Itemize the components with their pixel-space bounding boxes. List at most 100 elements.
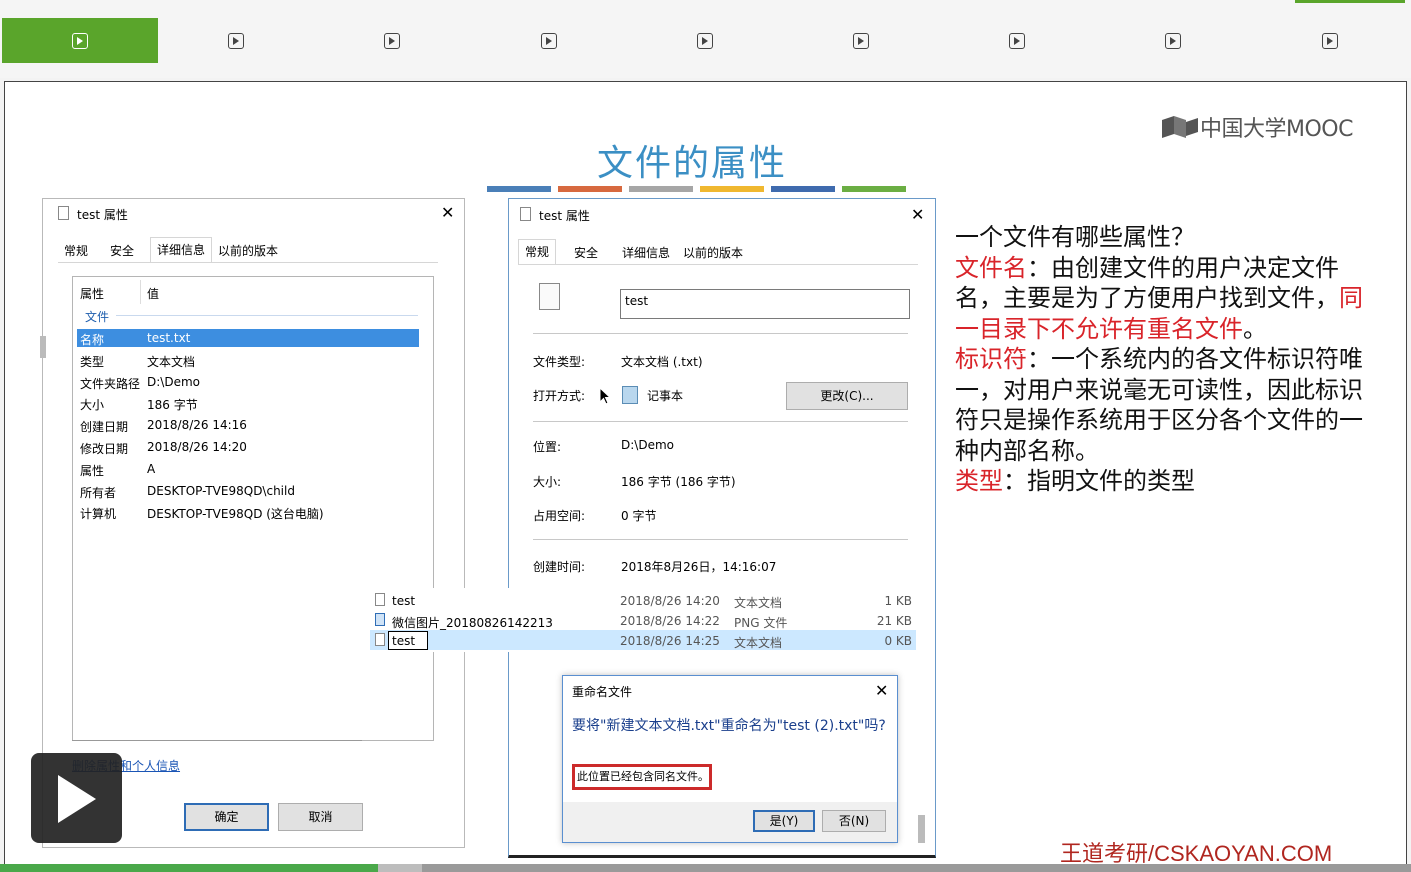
detail-value[interactable]: A [147,462,155,476]
detail-value[interactable]: DESKTOP-TVE98QD (这台电脑) [147,505,324,522]
no-button[interactable]: 否(N) [822,810,886,832]
right-tab-details[interactable]: 详细信息 [616,241,676,265]
left-dialog-close-button[interactable]: ✕ [441,203,454,222]
col-divider [140,280,141,304]
detail-key[interactable]: 文件夹路径 [80,375,140,392]
detail-value[interactable]: 2018/8/26 14:20 [147,440,247,454]
separator [533,539,908,540]
left-dialog-side-mark [40,336,46,358]
col-header-property[interactable]: 属性 [80,285,104,302]
file-icon [58,206,69,220]
left-tab-general[interactable]: 常规 [58,239,94,263]
change-button[interactable]: 更改(C)... [786,382,908,410]
detail-key[interactable]: 创建日期 [80,418,128,435]
detail-key[interactable]: 计算机 [80,505,116,522]
slide-title: 文件的属性 [596,143,787,184]
open-with-label: 打开方式: [533,389,586,403]
explorer-size[interactable]: 1 KB [820,594,912,608]
detail-key[interactable]: 修改日期 [80,440,128,457]
detail-key[interactable]: 名称 [80,331,104,348]
detail-value[interactable]: 文本文档 [147,353,195,370]
type-value: 文本文档 (.txt) [621,355,703,369]
play-square-icon [72,32,88,49]
lesson-tab-4[interactable] [471,18,627,63]
play-icon[interactable] [58,775,96,823]
explorer-size[interactable]: 21 KB [820,614,912,628]
left-tab-details[interactable]: 详细信息 [150,237,213,262]
detail-key[interactable]: 属性 [80,462,104,479]
rename-message: 要将"新建文本文档.txt"重命名为"test (2).txt"吗? [572,718,886,734]
title-stripe [700,186,764,192]
file-icon [520,207,531,221]
open-with-value: 记事本 [647,389,684,403]
filename-input[interactable] [620,289,910,319]
type-label: 文件类型: [533,355,586,369]
explorer-date[interactable]: 2018/8/26 14:20 [620,594,720,608]
video-progress-fill[interactable] [0,864,379,872]
lesson-tab-8[interactable] [1095,18,1251,63]
left-tab-security[interactable]: 安全 [104,239,140,263]
explorer-date[interactable]: 2018/8/26 14:22 [620,614,720,628]
explorer-size[interactable]: 0 KB [820,634,912,648]
play-square-icon [853,32,869,49]
title-stripe [842,186,906,192]
title-stripe [771,186,835,192]
disk-size-label: 占用空间: [533,509,586,523]
notepad-icon [622,386,638,404]
lesson-tab-9[interactable] [1252,18,1408,63]
explorer-date[interactable]: 2018/8/26 14:25 [620,634,720,648]
detail-key[interactable]: 所有者 [80,484,116,501]
lesson-tab-3[interactable] [314,18,470,63]
term-filename: 文件名 [955,253,1027,282]
detail-key[interactable]: 大小 [80,396,104,413]
explorer-name[interactable]: 微信图片_20180826142213 [392,614,553,631]
yes-button[interactable]: 是(Y) [753,810,815,832]
term-identifier: 标识符 [955,345,1027,373]
left-dialog-bottom-line [72,740,362,741]
detail-key[interactable]: 类型 [80,353,104,370]
mooc-logo-text: 中国大学MOOC [1200,117,1353,142]
slide-notes: 一个文件有哪些属性？ 文件名：由创建文件的用户决定文件名，主要是为了方便用户找到… [955,222,1375,497]
detail-value[interactable]: 2018/8/26 14:16 [147,418,247,432]
right-dialog-close-button[interactable]: ✕ [911,205,924,224]
type-desc: ：指明文件的类型 [1003,467,1195,495]
play-square-icon [696,32,713,49]
rename-dialog-close-button[interactable]: ✕ [875,681,888,700]
top-accent-bar [1295,0,1405,3]
detail-value[interactable]: 186 字节 [147,396,198,413]
video-progress-buffer [378,864,423,872]
col-header-value[interactable]: 值 [147,285,159,302]
explorer-name[interactable]: test [392,594,415,608]
detail-value[interactable]: test.txt [147,331,190,345]
right-dialog-title: test 属性 [539,209,590,223]
right-tab-previous[interactable]: 以前的版本 [677,241,749,265]
title-stripe [558,186,622,192]
left-tab-previous[interactable]: 以前的版本 [212,239,284,263]
explorer-type[interactable]: 文本文档 [734,634,782,651]
play-square-icon [228,32,245,49]
cancel-button[interactable]: 取消 [278,803,363,831]
detail-value[interactable]: D:\Demo [147,375,200,389]
lesson-tab-1[interactable] [2,18,158,63]
right-tab-security[interactable]: 安全 [568,241,604,265]
lesson-tab-5[interactable] [627,18,783,63]
play-square-icon [540,32,557,49]
lesson-tab-7[interactable] [939,18,1095,63]
play-square-icon [1009,32,1026,49]
scrollbar-thumb[interactable] [918,815,925,843]
explorer-type[interactable]: PNG 文件 [734,614,787,631]
notes-identifier: 标识符：一个系统内的各文件标识符唯一，对用户来说毫无可读性，因此标识符只是操作系… [955,344,1375,466]
detail-value[interactable]: DESKTOP-TVE98QD\child [147,484,295,498]
notes-question: 一个文件有哪些属性？ [955,223,1195,251]
lesson-tab-2[interactable] [158,18,314,63]
large-file-icon [539,283,560,310]
term-type: 类型 [955,467,1003,495]
notes-type: 类型：指明文件的类型 [955,466,1375,497]
separator [533,333,908,334]
explorer-type[interactable]: 文本文档 [734,594,782,611]
lesson-tab-6[interactable] [783,18,939,63]
ok-button[interactable]: 确定 [184,803,269,831]
right-tab-general[interactable]: 常规 [518,239,557,264]
play-square-icon [384,32,401,49]
explorer-name[interactable]: test [392,634,415,648]
